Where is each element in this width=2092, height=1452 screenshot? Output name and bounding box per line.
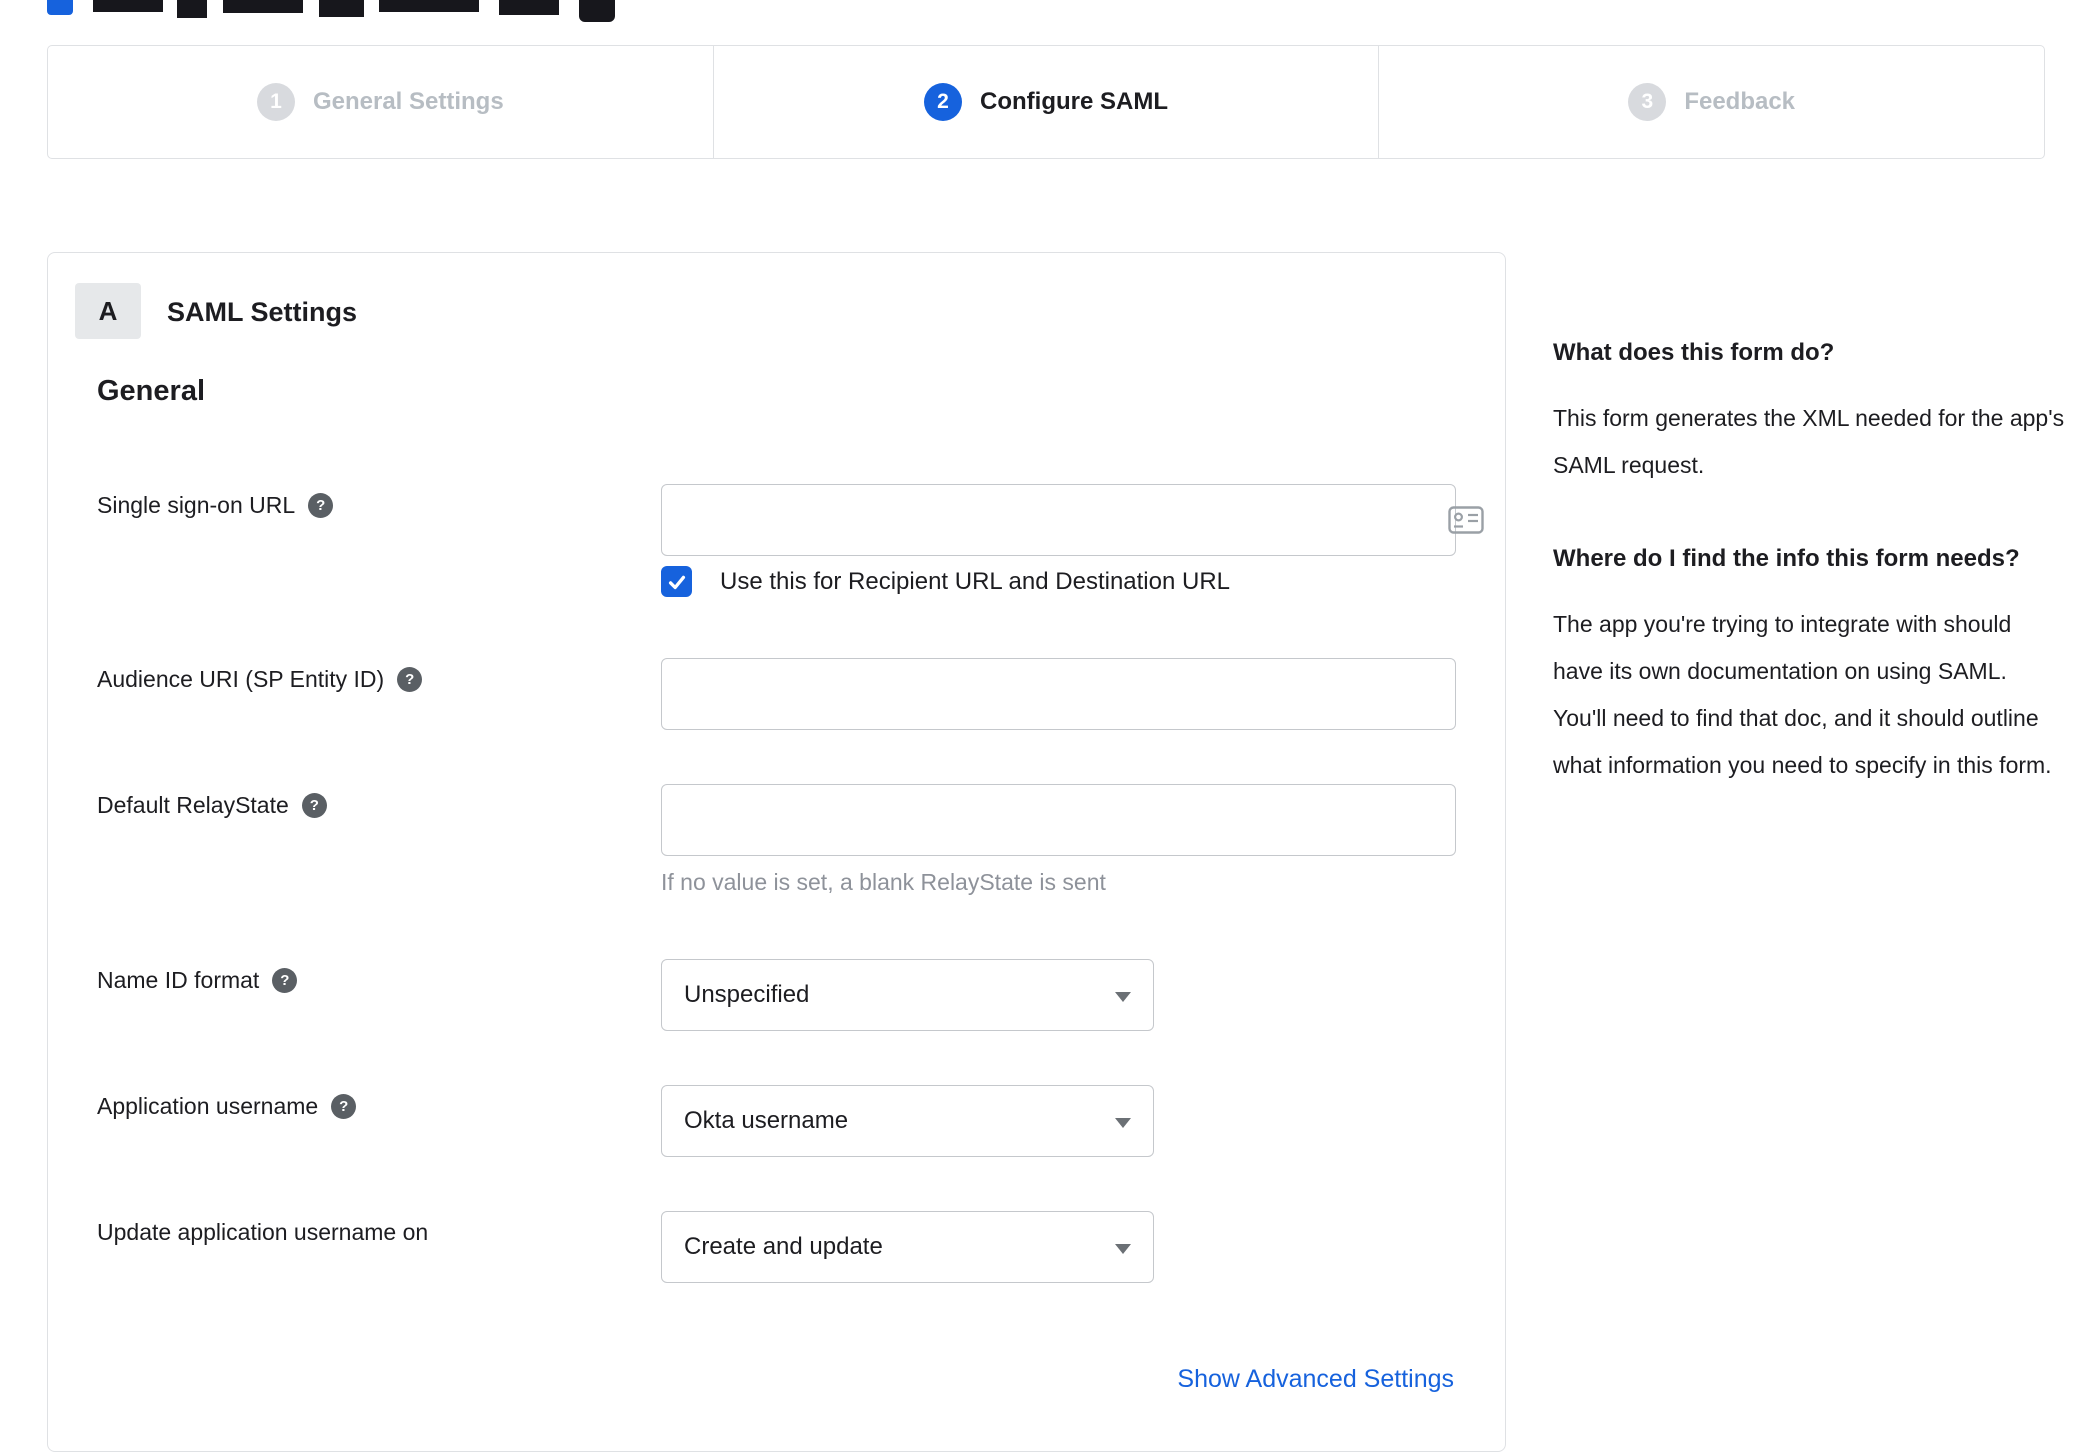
update-username-value: Create and update xyxy=(684,1233,883,1260)
clipped-title-badge xyxy=(579,0,615,22)
step-number-badge: 1 xyxy=(256,83,295,121)
help-heading-1: What does this form do? xyxy=(1553,339,1835,366)
card-title: SAML Settings xyxy=(167,297,358,327)
general-section-title: General xyxy=(97,375,205,407)
help-icon[interactable] xyxy=(272,968,298,993)
section-a-badge: A xyxy=(75,283,141,339)
recipient-url-checkbox[interactable] xyxy=(661,566,692,597)
recipient-url-checkbox-label: Use this for Recipient URL and Destinati… xyxy=(720,567,1231,595)
autofill-card-icon[interactable] xyxy=(1448,506,1484,534)
step-configure-saml[interactable]: 2 Configure SAML xyxy=(712,46,1379,158)
clipped-title-icon xyxy=(47,0,73,15)
chevron-down-icon xyxy=(1115,1118,1131,1128)
step-feedback[interactable]: 3 Feedback xyxy=(1378,46,2044,158)
chevron-down-icon xyxy=(1115,1244,1131,1254)
help-icon[interactable] xyxy=(308,493,334,518)
application-username-value: Okta username xyxy=(684,1107,849,1134)
update-username-select[interactable]: Create and update xyxy=(661,1211,1154,1283)
name-id-format-label-row: Name ID format xyxy=(97,967,298,994)
step-number-badge: 2 xyxy=(924,83,963,121)
check-icon xyxy=(668,575,685,589)
saml-settings-card: A SAML Settings General Single sign-on U… xyxy=(47,252,1506,1452)
sso-url-label: Single sign-on URL xyxy=(97,492,296,518)
help-icon[interactable] xyxy=(331,1094,357,1119)
step-label: Configure SAML xyxy=(980,88,1168,115)
name-id-format-select[interactable]: Unspecified xyxy=(661,959,1154,1031)
help-heading-2: Where do I find the info this form needs… xyxy=(1553,545,2020,572)
audience-uri-input[interactable] xyxy=(661,658,1456,730)
relay-state-label: Default RelayState xyxy=(97,792,289,818)
help-icon[interactable] xyxy=(397,667,423,692)
application-username-select[interactable]: Okta username xyxy=(661,1085,1154,1157)
help-panel: What does this form do? This form genera… xyxy=(1553,333,2065,839)
audience-uri-label-row: Audience URI (SP Entity ID) xyxy=(97,666,423,693)
application-username-label: Application username xyxy=(97,1093,319,1119)
name-id-format-value: Unspecified xyxy=(684,981,810,1008)
step-general-settings[interactable]: 1 General Settings xyxy=(48,46,713,158)
step-number-badge: 3 xyxy=(1628,83,1667,121)
audience-uri-label: Audience URI (SP Entity ID) xyxy=(97,666,385,692)
update-username-label-row: Update application username on xyxy=(97,1219,428,1246)
show-advanced-settings-link[interactable]: Show Advanced Settings xyxy=(1177,1365,1454,1394)
step-label: General Settings xyxy=(312,88,504,115)
name-id-format-label: Name ID format xyxy=(97,967,260,993)
help-body-1: This form generates the XML needed for t… xyxy=(1553,405,2065,478)
clipped-page-title xyxy=(47,0,687,22)
chevron-down-icon xyxy=(1115,992,1131,1002)
help-body-2: The app you're trying to integrate with … xyxy=(1553,611,2052,778)
sso-recipient-checkbox-row: Use this for Recipient URL and Destinati… xyxy=(661,566,1230,597)
help-icon[interactable] xyxy=(301,793,327,818)
application-username-label-row: Application username xyxy=(97,1093,357,1120)
wizard-stepper: 1 General Settings 2 Configure SAML 3 Fe… xyxy=(47,45,2045,159)
step-label: Feedback xyxy=(1684,88,1796,115)
relay-state-hint: If no value is set, a blank RelayState i… xyxy=(661,869,1106,895)
update-username-label: Update application username on xyxy=(97,1219,429,1245)
relay-state-input[interactable] xyxy=(661,784,1456,856)
sso-url-input[interactable] xyxy=(661,484,1456,556)
sso-url-label-row: Single sign-on URL xyxy=(97,492,334,519)
relay-state-label-row: Default RelayState xyxy=(97,792,327,819)
